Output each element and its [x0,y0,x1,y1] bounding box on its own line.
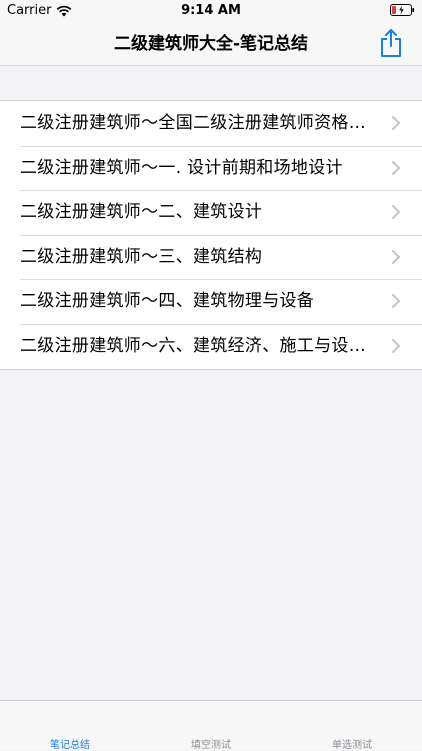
list-item[interactable]: 二级注册建筑师～四、建筑物理与设备 [0,279,422,324]
tab-notes-summary[interactable]: 笔记总结 [0,736,140,751]
tab-single-choice-test[interactable]: 单选测试 [282,736,422,751]
list-item-label: 二级注册建筑师～一. 设计前期和场地设计 [20,157,343,178]
chevron-right-icon [392,338,400,353]
battery-icon [390,4,415,16]
list-item-label: 二级注册建筑师～六、建筑经济、施工与设… [20,335,366,356]
list-item[interactable]: 二级注册建筑师～六、建筑经济、施工与设… [0,323,422,369]
chevron-right-icon [392,205,400,220]
list-item[interactable]: 二级注册建筑师～一. 设计前期和场地设计 [0,145,422,191]
notes-list: 二级注册建筑师～全国二级注册建筑师资格… 二级注册建筑师～一. 设计前期和场地设… [0,100,422,370]
list-item-label: 二级注册建筑师～二、建筑设计 [20,202,263,223]
chevron-right-icon [392,160,400,175]
list-item-label: 二级注册建筑师～三、建筑结构 [20,246,263,267]
page-title: 二级建筑师大全-笔记总结 [113,34,309,54]
chevron-right-icon [392,116,400,130]
status-bar: Carrier 9:14 AM [0,0,422,22]
navigation-bar: 二级建筑师大全-笔记总结 [0,22,422,66]
tab-bar: 笔记总结 填空测试 单选测试 [0,700,422,751]
chevron-right-icon [392,294,400,309]
list-item-label: 二级注册建筑师～四、建筑物理与设备 [20,291,315,312]
chevron-right-icon [392,249,400,264]
list-item-label: 二级注册建筑师～全国二级注册建筑师资格… [20,113,366,133]
list-item[interactable]: 二级注册建筑师～二、建筑设计 [0,190,422,235]
tab-fill-blank-test[interactable]: 填空测试 [141,736,281,751]
list-item[interactable]: 二级注册建筑师～三、建筑结构 [0,234,422,280]
list-item[interactable]: 二级注册建筑师～全国二级注册建筑师资格… [0,101,422,146]
share-icon[interactable] [378,28,404,58]
status-time: 9:14 AM [181,3,241,18]
